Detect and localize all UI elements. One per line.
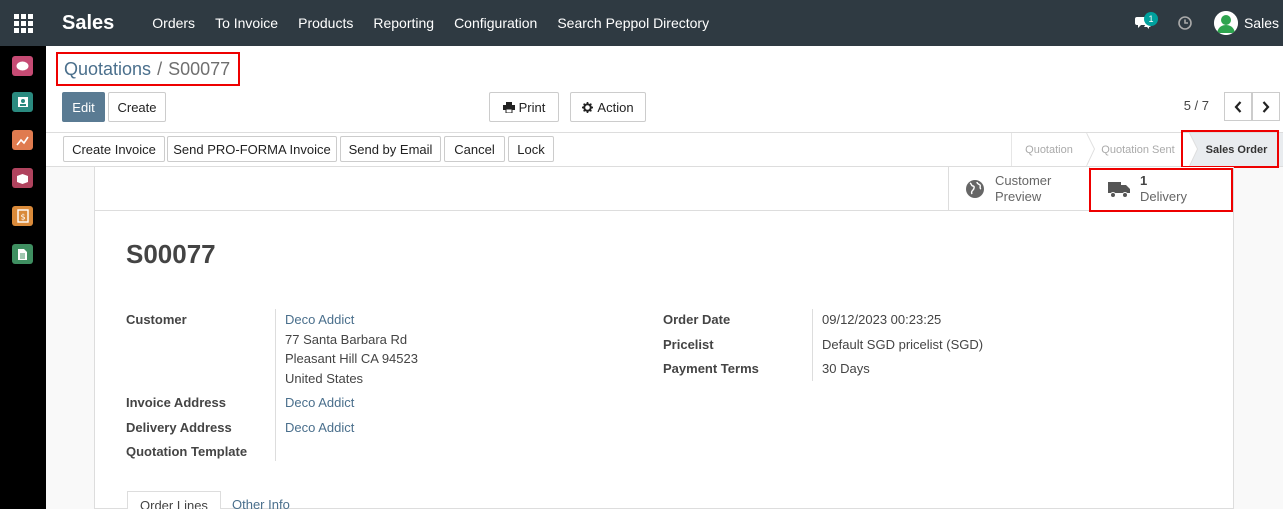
- customer-label: Customer: [126, 312, 187, 327]
- menu-products[interactable]: Products: [288, 0, 363, 46]
- user-menu[interactable]: Sales: [1213, 11, 1279, 35]
- printer-icon: [502, 101, 515, 113]
- customer-preview-button[interactable]: Customer Preview: [948, 167, 1088, 211]
- invoice-icon: $: [16, 209, 29, 223]
- sidebar-documents[interactable]: [12, 244, 33, 264]
- breadcrumb-current: S00077: [168, 58, 231, 79]
- user-name: Sales: [1243, 15, 1279, 31]
- truck-icon: [1108, 181, 1130, 198]
- order-date-label: Order Date: [663, 312, 731, 327]
- delivery-address-label: Delivery Address: [126, 420, 232, 435]
- cancel-button[interactable]: Cancel: [444, 136, 505, 162]
- status-stages: Quotation Quotation Sent Sales Order: [1011, 133, 1283, 166]
- main-menu: Orders To Invoice Products Reporting Con…: [142, 0, 719, 46]
- chart-line-icon: [16, 136, 29, 145]
- top-navbar: Sales Orders To Invoice Products Reporti…: [0, 0, 1283, 46]
- menu-orders[interactable]: Orders: [142, 0, 205, 46]
- status-bar: Create Invoice Send PRO-FORMA Invoice Se…: [46, 130, 1283, 168]
- delivery-label: Delivery: [1140, 189, 1187, 204]
- apps-grid-icon: [13, 13, 33, 33]
- form-sheet: Customer Preview 1 Delivery S00077 Custo…: [94, 167, 1234, 509]
- stage-sent-label: Quotation Sent: [1101, 143, 1175, 156]
- tab-other-info[interactable]: Other Info: [220, 491, 302, 509]
- user-avatar-icon: [1213, 11, 1238, 35]
- print-label: Print: [518, 99, 546, 115]
- stage-quotation-label: Quotation: [1025, 143, 1073, 156]
- stage-quotation-sent[interactable]: Quotation Sent: [1086, 133, 1198, 166]
- chevron-left-icon: [1234, 100, 1242, 113]
- sidebar-discuss[interactable]: [12, 56, 33, 76]
- menu-configuration[interactable]: Configuration: [444, 0, 547, 46]
- sidebar-invoicing[interactable]: $: [12, 206, 33, 226]
- chat-count-badge: 1: [1143, 12, 1158, 26]
- edit-button[interactable]: Edit: [62, 92, 105, 122]
- quotation-template-label: Quotation Template: [126, 444, 248, 459]
- print-button[interactable]: Print: [489, 92, 559, 122]
- box-icon: [17, 173, 28, 184]
- send-proforma-button[interactable]: Send PRO-FORMA Invoice: [167, 136, 337, 162]
- delivery-button[interactable]: 1 Delivery: [1089, 167, 1233, 211]
- invoice-address-value[interactable]: Deco Addict: [285, 395, 354, 410]
- right-group-divider: [812, 309, 813, 381]
- lock-button[interactable]: Lock: [508, 136, 554, 162]
- sidebar-sales[interactable]: [12, 130, 33, 150]
- gear-icon: [582, 101, 594, 113]
- address-line3: United States: [285, 371, 364, 386]
- pager-value: 5 / 7: [1183, 98, 1209, 113]
- create-button[interactable]: Create: [108, 92, 166, 122]
- order-date-value[interactable]: 09/12/2023 00:23:25: [822, 312, 941, 327]
- address-line2: Pleasant Hill CA 94523: [285, 351, 418, 366]
- stage-sales-order[interactable]: Sales Order: [1189, 133, 1283, 166]
- stage-quotation[interactable]: Quotation: [1011, 133, 1095, 166]
- apps-menu-button[interactable]: [0, 0, 46, 46]
- stage-order-label: Sales Order: [1205, 143, 1268, 156]
- svg-text:$: $: [20, 213, 25, 222]
- invoice-address-label: Invoice Address: [126, 395, 226, 410]
- pager-next-button[interactable]: [1252, 92, 1280, 121]
- pricelist-label: Pricelist: [663, 337, 714, 352]
- sidebar-contacts[interactable]: [12, 92, 33, 112]
- avatar: [1213, 11, 1238, 35]
- app-title[interactable]: Sales: [62, 12, 114, 35]
- customer-preview-line1: Customer: [995, 173, 1052, 188]
- delivery-address-value[interactable]: Deco Addict: [285, 420, 354, 435]
- send-email-button[interactable]: Send by Email: [340, 136, 441, 162]
- discuss-icon: [16, 61, 29, 70]
- sidebar-inventory[interactable]: [12, 168, 33, 188]
- menu-to-invoice[interactable]: To Invoice: [205, 0, 288, 46]
- menu-search-peppol[interactable]: Search Peppol Directory: [547, 0, 719, 46]
- activity-menu[interactable]: [1170, 0, 1200, 46]
- pager-previous-button[interactable]: [1224, 92, 1252, 121]
- payment-terms-label: Payment Terms: [663, 361, 759, 376]
- control-panel: Quotations / S00077 Edit Create Print Ac…: [46, 46, 1283, 133]
- tab-order-lines[interactable]: Order Lines: [127, 491, 221, 509]
- customer-preview-line2: Preview: [995, 189, 1042, 204]
- globe-icon: [966, 180, 984, 198]
- smart-button-box: Customer Preview 1 Delivery: [95, 167, 1233, 212]
- breadcrumb-separator: /: [157, 58, 163, 79]
- app-sidebar: $: [0, 46, 46, 509]
- left-group-divider: [275, 309, 276, 461]
- systray: 1 Sales: [1128, 0, 1283, 46]
- action-label: Action: [597, 99, 634, 115]
- customer-value[interactable]: Deco Addict: [285, 312, 354, 327]
- payment-terms-value[interactable]: 30 Days: [822, 361, 870, 376]
- breadcrumb-quotations[interactable]: Quotations: [64, 59, 151, 80]
- record-title: S00077: [126, 239, 216, 269]
- delivery-count: 1: [1140, 173, 1148, 188]
- chevron-right-icon: [1262, 100, 1270, 113]
- pricelist-value[interactable]: Default SGD pricelist (SGD): [822, 337, 983, 352]
- action-button[interactable]: Action: [570, 92, 646, 122]
- messaging-menu[interactable]: 1: [1128, 0, 1158, 46]
- menu-reporting[interactable]: Reporting: [363, 0, 444, 46]
- contacts-icon: [17, 97, 28, 107]
- clock-icon: [1178, 16, 1192, 30]
- breadcrumb: Quotations / S00077: [56, 52, 240, 86]
- document-icon: [18, 248, 27, 260]
- address-line1: 77 Santa Barbara Rd: [285, 332, 408, 347]
- create-invoice-button[interactable]: Create Invoice: [63, 136, 165, 162]
